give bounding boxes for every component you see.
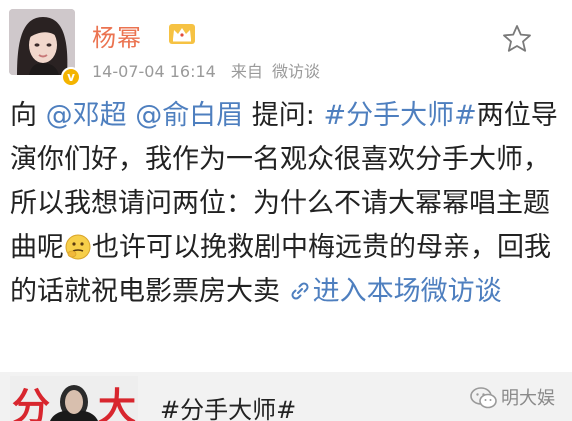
content-question-label: 提问: [243,100,324,131]
source-prefix: 来自 [230,62,263,81]
source-link[interactable]: 微访谈 [272,62,320,81]
content-space [127,100,136,131]
crown-icon [169,24,195,44]
link-chain-icon [291,282,309,300]
avatar-image[interactable] [9,9,75,75]
watermark-text: 明大娱 [501,388,555,409]
topic-card-title[interactable]: #分手大师# [160,390,296,421]
poster-char-2: 大 [98,384,137,421]
watermark: 明大娱 [470,384,555,410]
post-timestamp: 14-07-04 16:14 [92,62,216,81]
star-icon[interactable] [502,24,532,54]
enter-interview-link[interactable]: 进入本场微访谈 [313,276,502,307]
wechat-icon [470,387,497,409]
verified-badge-icon: v [61,67,81,87]
weibo-post: v 杨幂 14-07-04 16:14 来自 微访谈 向 @邓超 @俞白眉 提问… [0,0,572,421]
thinking-emoji-icon [65,234,91,260]
poster-char-1: 分 [12,384,51,421]
hashtag-link[interactable]: #分手大师# [323,100,476,131]
content-prefix: 向 [10,100,46,131]
post-meta: 14-07-04 16:14 来自 微访谈 [92,58,320,82]
avatar[interactable]: v [9,9,81,87]
mention-yubaimei[interactable]: @俞白眉 [135,100,243,131]
author-name[interactable]: 杨幂 [92,18,142,53]
post-content: 向 @邓超 @俞白眉 提问: #分手大师#两位导演你们好，我作为一名观众很喜欢分… [10,94,562,314]
mention-dengchao[interactable]: @邓超 [46,100,127,131]
topic-poster-image: 分 大 [10,376,138,421]
